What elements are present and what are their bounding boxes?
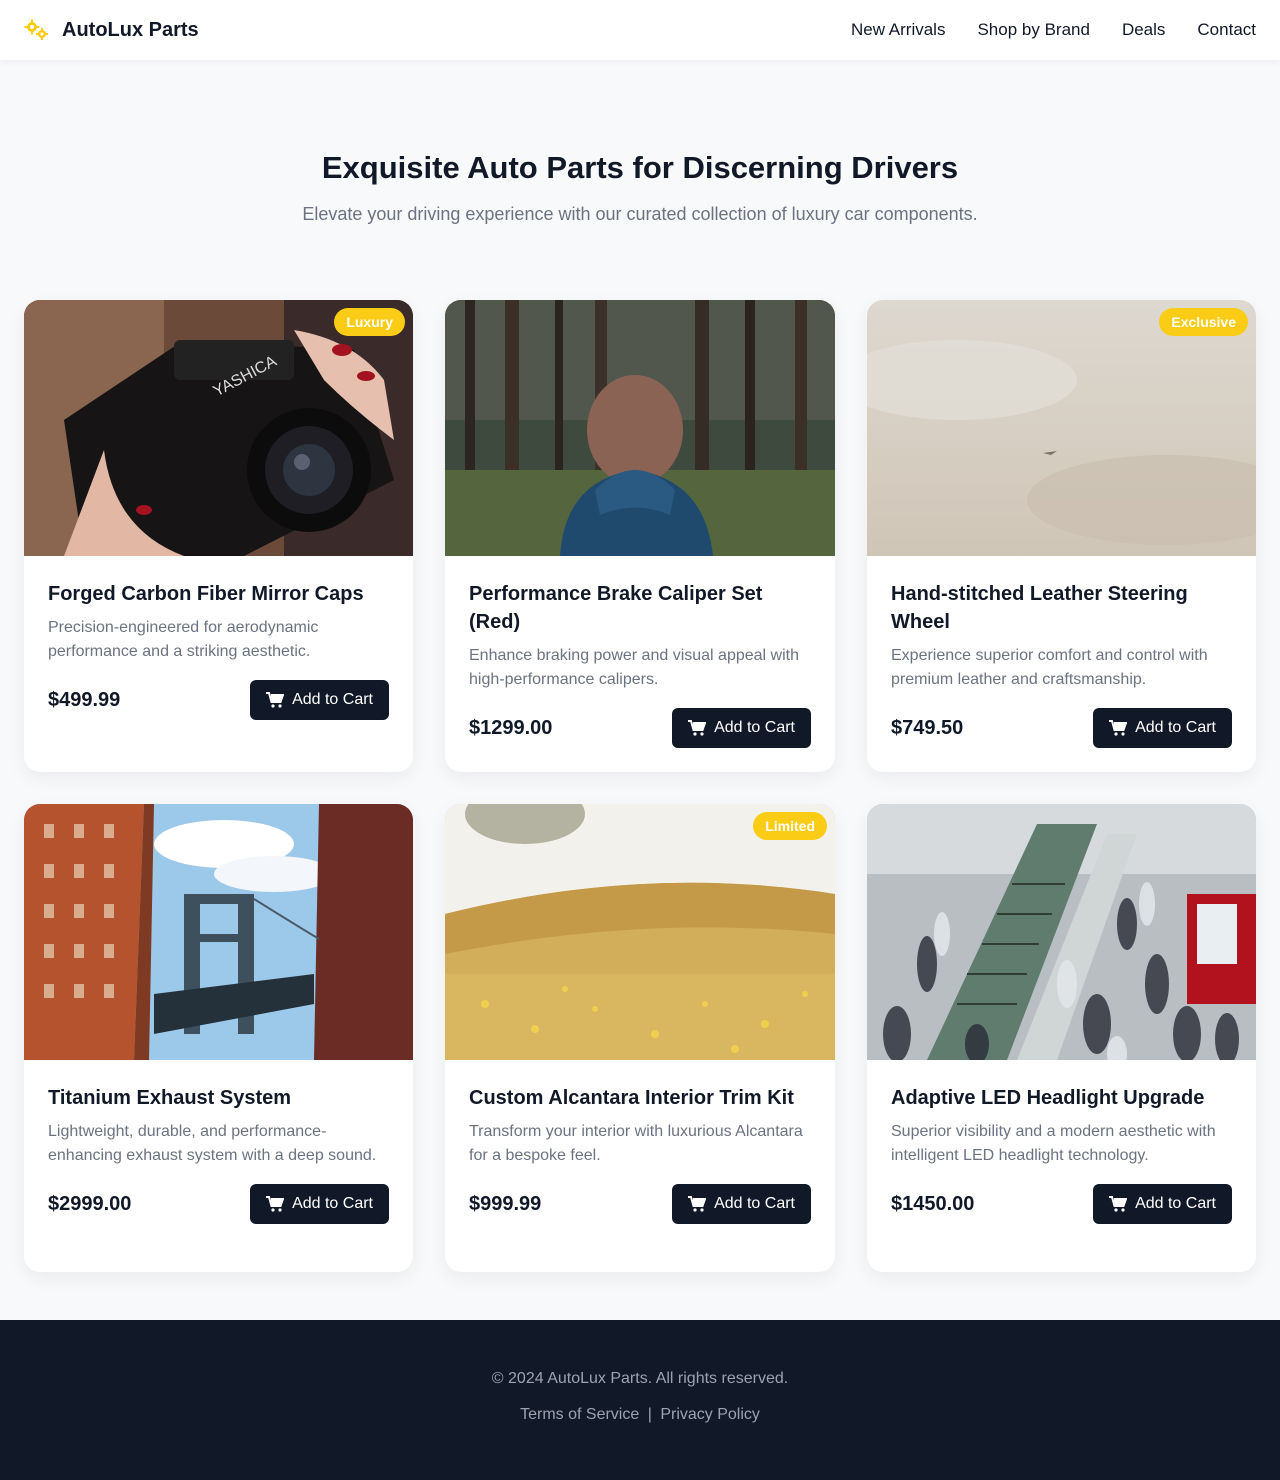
terms-of-service-link[interactable]: Terms of Service: [520, 1406, 639, 1423]
hero-title: Exquisite Auto Parts for Discerning Driv…: [321, 150, 959, 185]
add-to-cart-button[interactable]: Add to Cart: [672, 1184, 811, 1224]
product-image[interactable]: Exclusive: [867, 300, 1256, 556]
add-to-cart-button[interactable]: Add to Cart: [1093, 708, 1232, 748]
nav-new-arrivals[interactable]: New Arrivals: [851, 20, 945, 40]
cart-icon: [1109, 720, 1128, 736]
product-card: Performance Brake Caliper Set (Red) Enha…: [445, 300, 835, 772]
site-header: AutoLux Parts New Arrivals Shop by Brand…: [0, 0, 1280, 60]
main-nav: New Arrivals Shop by Brand Deals Contact: [851, 20, 1256, 40]
add-to-cart-button[interactable]: Add to Cart: [250, 1184, 389, 1224]
product-image[interactable]: [24, 804, 413, 1060]
product-badge: Luxury: [334, 308, 405, 336]
add-to-cart-button[interactable]: Add to Cart: [250, 680, 389, 720]
product-grid: YASHICA Luxury Forged Carbon Fiber Mirro…: [24, 300, 1256, 1272]
cart-icon: [266, 692, 285, 708]
add-to-cart-label: Add to Cart: [714, 719, 795, 736]
product-description: Transform your interior with luxurious A…: [469, 1123, 803, 1164]
product-image[interactable]: [445, 300, 835, 556]
nav-deals[interactable]: Deals: [1122, 20, 1165, 40]
add-to-cart-label: Add to Cart: [292, 1195, 373, 1212]
brand[interactable]: AutoLux Parts: [24, 17, 199, 43]
product-price: $999.99: [469, 1192, 542, 1215]
product-card: Titanium Exhaust System Lightweight, dur…: [24, 804, 413, 1272]
add-to-cart-label: Add to Cart: [714, 1195, 795, 1212]
site-footer: © 2024 AutoLux Parts. All rights reserve…: [0, 1320, 1280, 1480]
gears-icon: [24, 17, 50, 43]
product-title[interactable]: Adaptive LED Headlight Upgrade: [891, 1084, 1232, 1112]
add-to-cart-label: Add to Cart: [1135, 719, 1216, 736]
product-image[interactable]: [867, 804, 1256, 1060]
copyright-text: © 2024 AutoLux Parts. All rights reserve…: [491, 1370, 789, 1387]
product-card: Exclusive Hand-stitched Leather Steering…: [867, 300, 1256, 772]
product-card: Limited Custom Alcantara Interior Trim K…: [445, 804, 835, 1272]
product-price: $749.50: [891, 716, 964, 739]
product-card: YASHICA Luxury Forged Carbon Fiber Mirro…: [24, 300, 413, 772]
add-to-cart-button[interactable]: Add to Cart: [672, 708, 811, 748]
product-description: Superior visibility and a modern aesthet…: [891, 1123, 1216, 1164]
footer-links: Terms of Service | Privacy Policy: [0, 1406, 1280, 1424]
add-to-cart-button[interactable]: Add to Cart: [1093, 1184, 1232, 1224]
brand-name: AutoLux Parts: [62, 18, 199, 41]
product-badge: Limited: [753, 812, 827, 840]
product-description: Enhance braking power and visual appeal …: [469, 647, 799, 688]
cart-icon: [688, 720, 707, 736]
add-to-cart-label: Add to Cart: [1135, 1195, 1216, 1212]
cart-icon: [266, 1196, 285, 1212]
product-price: $1299.00: [469, 716, 553, 739]
nav-contact[interactable]: Contact: [1197, 20, 1256, 40]
product-description: Lightweight, durable, and performance-en…: [48, 1123, 377, 1164]
product-price: $1450.00: [891, 1192, 975, 1215]
add-to-cart-label: Add to Cart: [292, 691, 373, 708]
product-image[interactable]: Limited: [445, 804, 835, 1060]
product-title[interactable]: Custom Alcantara Interior Trim Kit: [469, 1084, 811, 1112]
cart-icon: [1109, 1196, 1128, 1212]
product-badge: Exclusive: [1159, 308, 1248, 336]
product-title[interactable]: Forged Carbon Fiber Mirror Caps: [48, 580, 389, 608]
product-price: $2999.00: [48, 1192, 132, 1215]
product-description: Precision-engineered for aerodynamic per…: [48, 619, 319, 660]
product-description: Experience superior comfort and control …: [891, 647, 1208, 688]
product-card: Adaptive LED Headlight Upgrade Superior …: [867, 804, 1256, 1272]
product-image[interactable]: YASHICA Luxury: [24, 300, 413, 556]
product-title[interactable]: Titanium Exhaust System: [48, 1084, 389, 1112]
product-title[interactable]: Performance Brake Caliper Set (Red): [469, 580, 811, 636]
hero-section: Exquisite Auto Parts for Discerning Driv…: [0, 150, 1280, 225]
cart-icon: [688, 1196, 707, 1212]
product-title[interactable]: Hand-stitched Leather Steering Wheel: [891, 580, 1232, 636]
hero-subtitle: Elevate your driving experience with our…: [302, 204, 978, 224]
product-price: $499.99: [48, 688, 121, 711]
privacy-policy-link[interactable]: Privacy Policy: [660, 1406, 760, 1423]
footer-separator: |: [647, 1406, 652, 1423]
nav-shop-by-brand[interactable]: Shop by Brand: [977, 20, 1089, 40]
